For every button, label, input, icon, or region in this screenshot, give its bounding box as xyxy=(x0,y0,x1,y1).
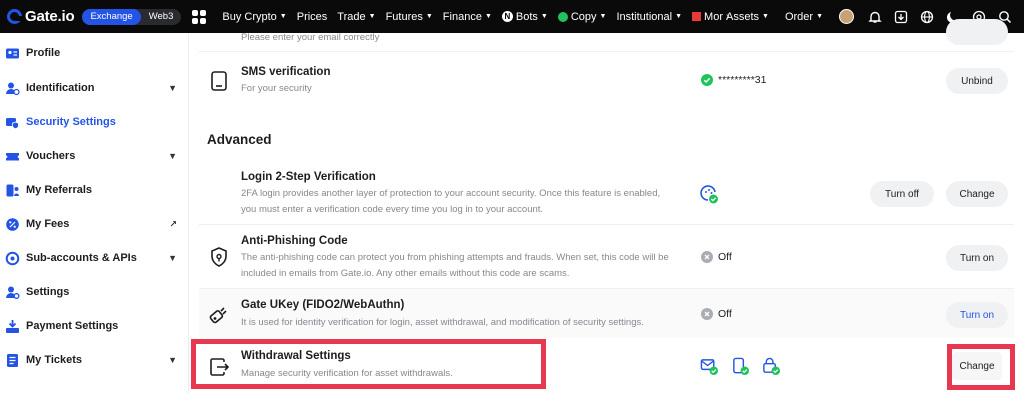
turn-off-2fa-button[interactable]: Turn off xyxy=(870,181,934,207)
off-circle-icon xyxy=(701,308,713,320)
antiphishing-title: Anti-Phishing Code xyxy=(241,235,348,247)
advanced-section-title: Advanced xyxy=(207,132,272,147)
nav-institutional[interactable]: Institutional ▼ xyxy=(616,11,682,23)
gate-logo-icon xyxy=(7,9,22,24)
sms-desc: For your security xyxy=(241,83,312,94)
turn-on-antiphishing-button[interactable]: Turn on xyxy=(946,245,1008,271)
nav-copy[interactable]: Copy ▼ xyxy=(557,11,606,23)
nav-bots[interactable]: N Bots ▼ xyxy=(501,11,548,23)
twofa-title: Login 2-Step Verification xyxy=(241,171,376,183)
nav-order[interactable]: Order ▼ xyxy=(785,11,823,23)
exchange-web3-switch[interactable]: Exchange Web3 xyxy=(82,8,182,25)
sidebar-item-my-referrals[interactable]: My Referrals xyxy=(0,180,189,200)
profile-card-icon xyxy=(5,46,20,61)
download-icon[interactable] xyxy=(894,10,908,24)
person-check-icon xyxy=(5,81,20,96)
external-link-icon[interactable]: ↗ xyxy=(169,219,177,230)
chevron-down-icon[interactable]: ▼ xyxy=(168,151,177,161)
apps-grid-icon[interactable] xyxy=(192,9,208,24)
email-check-icon xyxy=(700,359,719,376)
sub-accounts-icon xyxy=(5,251,20,266)
main-nav: Buy Crypto ▼ Prices Trade ▼ Futures ▼ Finan… xyxy=(222,11,739,23)
sms-status: *********31 xyxy=(701,74,766,86)
chevron-down-icon[interactable]: ▼ xyxy=(168,355,177,365)
bell-icon[interactable] xyxy=(868,10,882,24)
antiphishing-desc: The anti-phishing code can protect you f… xyxy=(241,252,669,279)
sidebar-item-security-settings[interactable]: Security Settings xyxy=(0,112,189,132)
sidebar-item-my-fees[interactable]: My Fees ↗ xyxy=(0,214,189,234)
check-circle-icon xyxy=(701,74,713,86)
security-settings-content: Please enter your email correctly SMS ve… xyxy=(189,19,1024,394)
change-button-highlight xyxy=(947,344,1015,390)
sidebar-item-identification[interactable]: Identification ▼ xyxy=(0,78,189,98)
payment-icon xyxy=(5,319,20,334)
more-icon xyxy=(692,12,702,21)
sidebar-item-payment-settings[interactable]: Payment Settings xyxy=(0,316,189,336)
referral-icon xyxy=(5,183,20,198)
chevron-down-icon[interactable]: ▼ xyxy=(168,253,177,263)
turn-on-ukey-button[interactable]: Turn on xyxy=(946,302,1008,328)
sidebar-item-settings[interactable]: Settings xyxy=(0,282,189,302)
nav-assets[interactable]: Assets ▼ xyxy=(726,11,769,23)
email-row-desc: Please enter your email correctly xyxy=(241,32,380,43)
withdrawal-status-icons xyxy=(700,357,786,376)
nav-futures[interactable]: Futures ▼ xyxy=(386,11,433,23)
divider xyxy=(199,51,1014,52)
anti-phishing-shield-icon xyxy=(208,246,230,268)
sms-title: SMS verification xyxy=(241,66,331,78)
ticket-icon xyxy=(5,149,20,164)
ukey-title: Gate UKey (FIDO2/WebAuthn) xyxy=(241,299,405,311)
exchange-tab[interactable]: Exchange xyxy=(82,8,141,25)
twofa-status xyxy=(699,184,724,204)
percent-icon xyxy=(5,217,20,232)
gate-logo[interactable]: Gate.io xyxy=(7,8,75,25)
nav-more[interactable]: Mor › xyxy=(692,11,729,23)
bots-icon: N xyxy=(501,11,513,22)
nav-trade[interactable]: Trade ▼ xyxy=(337,11,375,23)
globe-icon[interactable] xyxy=(920,10,934,24)
chevron-down-icon[interactable]: ▼ xyxy=(168,83,177,93)
off-circle-icon xyxy=(701,251,713,263)
twofa-desc: 2FA login provides another layer of prot… xyxy=(241,188,661,215)
copy-icon xyxy=(557,11,568,22)
phone-check-icon xyxy=(733,357,750,376)
account-sidebar: Profile Identification ▼ Security Settin… xyxy=(0,33,189,394)
sidebar-item-profile[interactable]: Profile xyxy=(0,43,189,63)
shield-icon xyxy=(5,115,20,130)
nav-finance[interactable]: Finance ▼ xyxy=(443,11,492,23)
nav-buy-crypto[interactable]: Buy Crypto ▼ xyxy=(222,11,286,23)
divider xyxy=(199,224,1014,225)
sidebar-item-my-tickets[interactable]: My Tickets ▼ xyxy=(0,350,189,370)
unbind-button[interactable]: Unbind xyxy=(946,68,1008,94)
person-gear-icon xyxy=(5,285,20,300)
ukey-desc: It is used for identity verification for… xyxy=(241,317,644,328)
sidebar-item-vouchers[interactable]: Vouchers ▼ xyxy=(0,146,189,166)
phone-icon xyxy=(208,70,230,92)
ukey-status: Off xyxy=(701,308,732,320)
sidebar-item-sub-accounts-apis[interactable]: Sub-accounts & APIs ▼ xyxy=(0,248,189,268)
change-2fa-button[interactable]: Change xyxy=(946,181,1008,207)
top-navigation-bar: Gate.io Exchange Web3 Buy Crypto ▼ Prices… xyxy=(0,0,1024,33)
email-row-button[interactable] xyxy=(946,19,1008,45)
antiphishing-status: Off xyxy=(701,251,732,263)
tickets-icon xyxy=(5,353,20,368)
withdrawal-settings-highlight xyxy=(191,339,546,389)
authenticator-check-icon xyxy=(700,185,718,204)
nav-prices[interactable]: Prices xyxy=(297,11,328,23)
lock-check-icon xyxy=(763,357,781,376)
avatar[interactable] xyxy=(839,9,854,24)
web3-tab[interactable]: Web3 xyxy=(141,9,182,25)
security-key-icon xyxy=(208,305,230,327)
